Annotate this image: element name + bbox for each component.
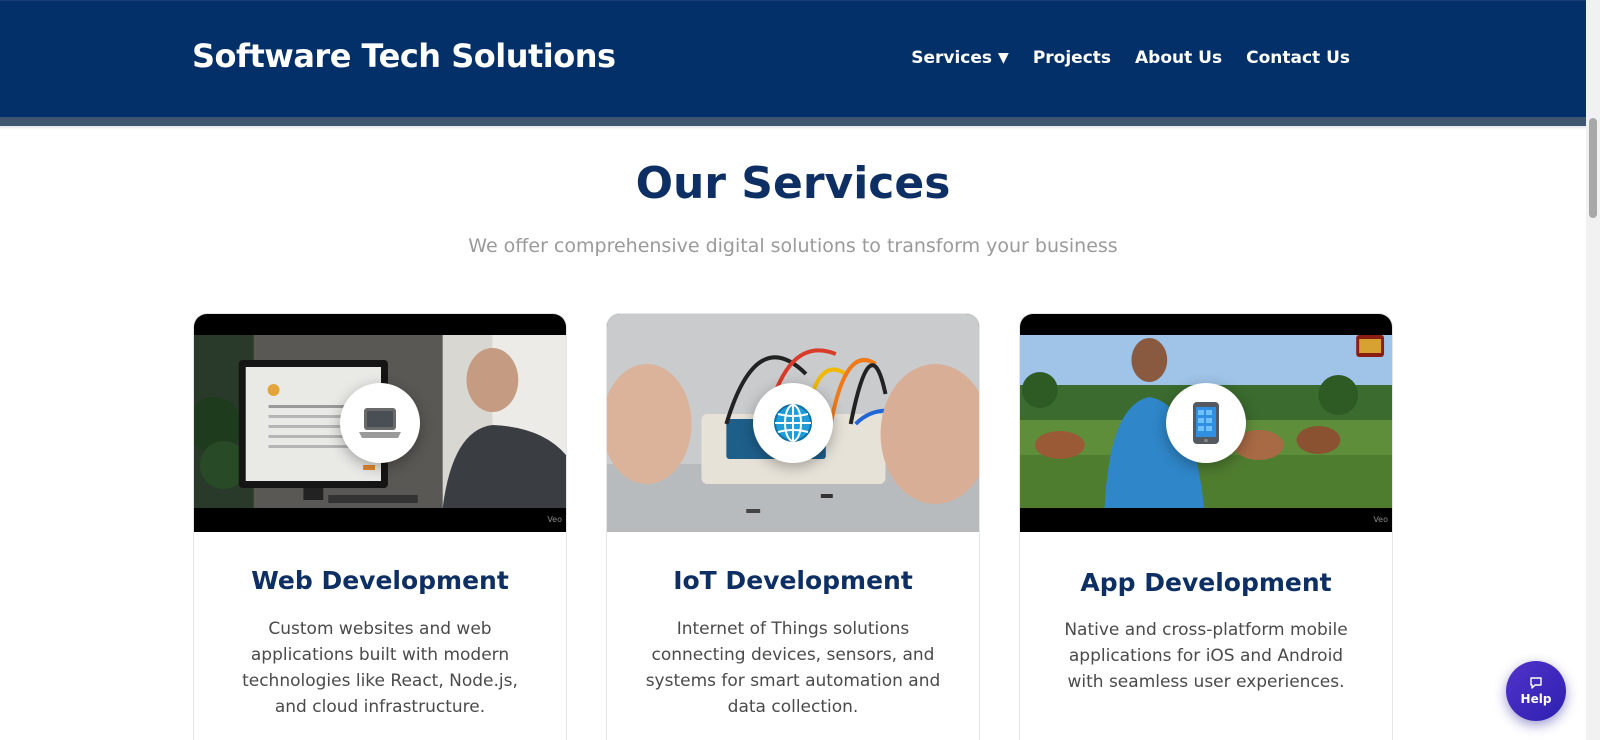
- chat-icon: [1530, 677, 1542, 689]
- brand-logo-text[interactable]: Software Tech Solutions: [192, 37, 616, 75]
- media-watermark: Veo: [1373, 515, 1388, 524]
- globe-icon: [774, 404, 812, 442]
- globe-icon-badge: [753, 383, 833, 463]
- service-card-web-development[interactable]: Veo Web Development Custom websites and …: [193, 313, 567, 740]
- header-divider: [0, 117, 1586, 126]
- nav-services-label: Services: [911, 48, 993, 68]
- scrollbar-thumb[interactable]: [1589, 118, 1597, 218]
- card-description: Native and cross-platform mobile applica…: [1064, 620, 1348, 692]
- card-title: IoT Development: [673, 566, 913, 595]
- service-card-iot-development[interactable]: IoT Development Internet of Things solut…: [606, 313, 980, 740]
- card-description: Custom websites and web applications bui…: [242, 619, 518, 717]
- page-scrollbar[interactable]: [1586, 0, 1600, 740]
- card-media: Veo: [1020, 314, 1392, 532]
- header-shadow: [0, 126, 1586, 130]
- help-label: Help: [1520, 692, 1552, 706]
- card-media: [607, 314, 979, 532]
- nav-about-us[interactable]: About Us: [1135, 48, 1222, 68]
- nav-projects[interactable]: Projects: [1033, 48, 1111, 68]
- caret-down-icon: ▼: [998, 50, 1009, 66]
- card-title: App Development: [1080, 568, 1332, 597]
- media-watermark: Veo: [547, 515, 562, 524]
- section-subtitle: We offer comprehensive digital solutions…: [468, 235, 1118, 257]
- card-description: Internet of Things solutions connecting …: [645, 619, 941, 717]
- main-nav: Services ▼ Projects About Us Contact Us: [911, 48, 1350, 68]
- laptop-icon: [359, 408, 401, 438]
- mobile-phone-icon-badge: [1166, 383, 1246, 463]
- nav-contact-us[interactable]: Contact Us: [1246, 48, 1350, 68]
- site-header: Software Tech Solutions Services ▼ Proje…: [0, 0, 1586, 117]
- page: Software Tech Solutions Services ▼ Proje…: [0, 0, 1600, 740]
- card-title: Web Development: [251, 566, 509, 595]
- section-title: Our Services: [635, 158, 951, 209]
- mobile-phone-icon: [1193, 402, 1219, 444]
- card-media: Veo: [194, 314, 566, 532]
- nav-services-dropdown[interactable]: Services ▼: [911, 48, 1009, 68]
- laptop-icon-badge: [340, 383, 420, 463]
- service-card-app-development[interactable]: Veo App Development Native and cross-pla…: [1019, 313, 1393, 740]
- help-button[interactable]: Help: [1506, 661, 1566, 721]
